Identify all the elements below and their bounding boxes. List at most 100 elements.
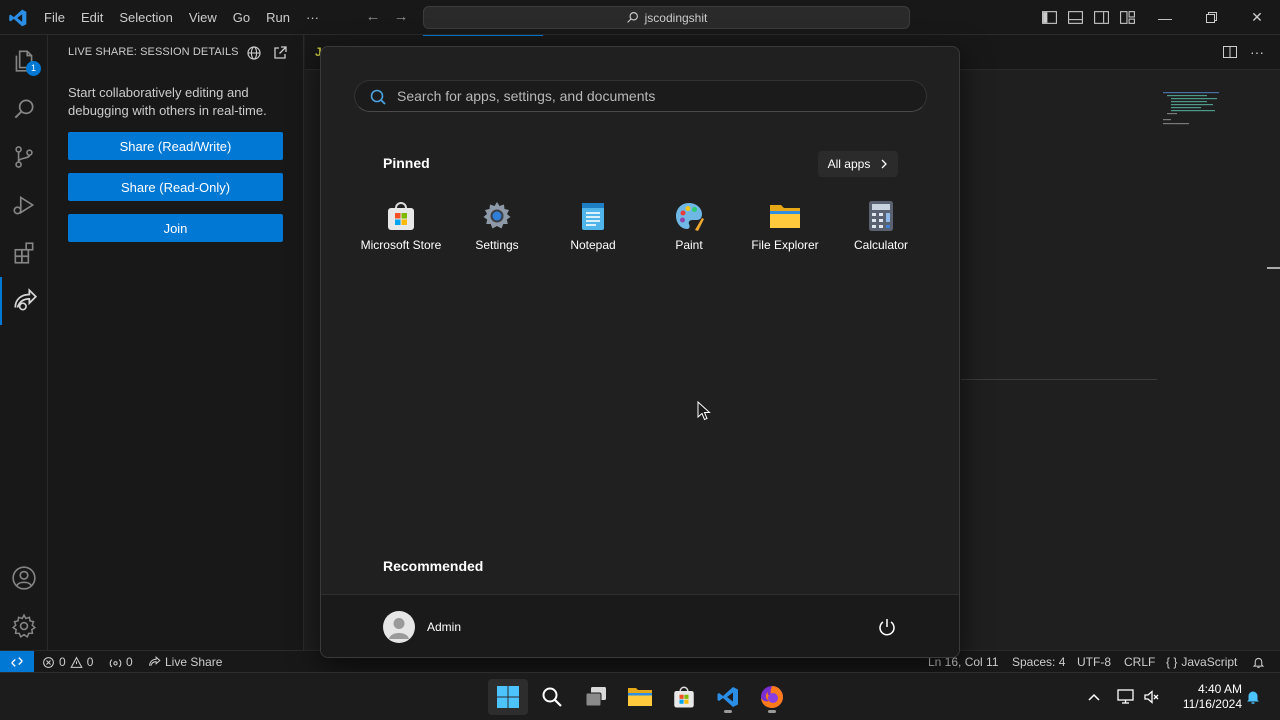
store-icon [384,199,418,233]
pinned-app-paint[interactable]: Paint [641,197,737,261]
back-arrow-icon[interactable]: ← [364,8,382,26]
pinned-app-settings[interactable]: Settings [449,197,545,261]
folder-icon [628,688,652,706]
menu-more[interactable]: ··· [298,0,327,35]
notepad-icon [576,199,610,233]
search-icon [542,687,562,707]
globe-icon[interactable] [246,45,262,61]
pinned-app-microsoft-store[interactable]: Microsoft Store [353,197,449,261]
pinned-app-notepad[interactable]: Notepad [545,197,641,261]
toggle-secondary-sidebar-icon[interactable] [1093,9,1110,26]
store-icon [674,686,694,708]
command-center-text: jscodingshit [644,10,708,25]
live-share-sidebar: LIVE SHARE: SESSION DETAILS Start collab… [48,35,304,650]
more-actions-icon[interactable]: ··· [1250,44,1266,60]
menu-edit[interactable]: Edit [73,0,111,35]
taskbar-file-explorer[interactable] [620,679,660,715]
taskbar-microsoft-store[interactable] [664,679,704,715]
close-icon[interactable]: ✕ [1234,0,1280,35]
vscode-icon [717,687,738,707]
clock-date: 11/16/2024 [1182,697,1242,711]
accounts-icon[interactable] [0,554,48,602]
windows-taskbar: 4:40 AM 11/16/2024 [0,672,1280,720]
error-count: 0 [59,655,66,669]
start-button[interactable] [488,679,528,715]
menu-view[interactable]: View [181,0,225,35]
power-icon[interactable] [877,617,897,637]
activity-bar: 1 [0,35,48,650]
editor-actions: ··· [1222,44,1266,60]
problems-status[interactable]: 0 0 [42,651,93,673]
menu-file[interactable]: File [36,0,73,35]
share-read-only-button[interactable]: Share (Read-Only) [68,173,283,201]
notification-bell-icon[interactable] [1245,689,1261,705]
live-share-status[interactable]: Live Share [148,651,222,673]
volume-muted-icon[interactable] [1142,687,1162,707]
source-control-icon[interactable] [0,133,48,181]
all-apps-button[interactable]: All apps [818,151,898,177]
running-indicator [768,710,776,713]
extensions-icon[interactable] [0,229,48,277]
taskbar-search-button[interactable] [532,679,572,715]
encoding[interactable]: UTF-8 [1077,651,1111,673]
pinned-app-calculator[interactable]: Calculator [833,197,929,261]
pinned-apps-grid: Microsoft Store Settings Notepad Paint F… [353,197,929,261]
indentation[interactable]: Spaces: 4 [1012,651,1065,673]
notifications-bell-icon[interactable] [1252,651,1265,673]
mouse-cursor-icon [697,401,711,421]
taskbar-firefox[interactable] [752,679,792,715]
calculator-icon [864,199,898,233]
taskbar-clock[interactable]: 4:40 AM 11/16/2024 [1166,682,1242,712]
open-external-icon[interactable] [272,45,288,61]
start-search-input[interactable] [397,81,917,111]
running-indicator [724,710,732,713]
ports-status[interactable]: 0 [109,651,133,673]
firefox-icon [761,686,783,708]
run-debug-icon[interactable] [0,181,48,229]
network-icon[interactable] [1116,687,1136,707]
minimize-icon[interactable]: — [1142,0,1188,35]
live-share-label: Live Share [165,655,223,669]
menu-go[interactable]: Go [225,0,258,35]
scrollbar-marker[interactable] [1267,267,1280,269]
sidebar-title: LIVE SHARE: SESSION DETAILS [68,46,239,58]
warning-count: 0 [86,655,94,669]
recommended-heading: Recommended [383,558,484,574]
start-footer: Admin [321,594,959,657]
customize-layout-icon[interactable] [1119,9,1136,26]
taskbar-vscode[interactable] [708,679,748,715]
panel-divider [961,379,1157,380]
search-view-icon[interactable] [0,85,48,133]
share-read-write-button[interactable]: Share (Read/Write) [68,132,283,160]
avatar [383,611,415,643]
menu-run[interactable]: Run [258,0,298,35]
search-icon [370,89,386,105]
forward-arrow-icon[interactable]: → [392,8,410,26]
start-search-box[interactable] [354,80,927,112]
pinned-app-label: Calculator [853,238,909,252]
menu-selection[interactable]: Selection [111,0,180,35]
split-editor-icon[interactable] [1222,44,1238,60]
line-ending[interactable]: CRLF [1124,651,1155,673]
pinned-app-label: File Explorer [751,238,819,252]
toggle-panel-icon[interactable] [1067,9,1084,26]
join-button[interactable]: Join [68,214,283,242]
explorer-icon[interactable]: 1 [0,37,48,85]
task-view-button[interactable] [576,679,616,715]
command-center-search[interactable]: jscodingshit [423,6,910,29]
remote-indicator-icon[interactable] [0,651,34,673]
minimap[interactable] [1163,90,1223,130]
pinned-app-file-explorer[interactable]: File Explorer [737,197,833,261]
chevron-right-icon [881,159,888,169]
layout-controls [1041,9,1136,26]
live-share-icon[interactable] [0,277,48,325]
task-view-icon [585,687,606,707]
language-mode[interactable]: { } JavaScript [1166,651,1237,673]
menu-bar: File Edit Selection View Go Run ··· [36,0,327,35]
warning-icon [70,656,83,668]
chevron-up-icon[interactable] [1084,687,1104,707]
restore-icon[interactable] [1188,0,1234,35]
toggle-primary-sidebar-icon[interactable] [1041,9,1058,26]
manage-gear-icon[interactable] [0,602,48,650]
user-account-button[interactable]: Admin [383,611,461,643]
